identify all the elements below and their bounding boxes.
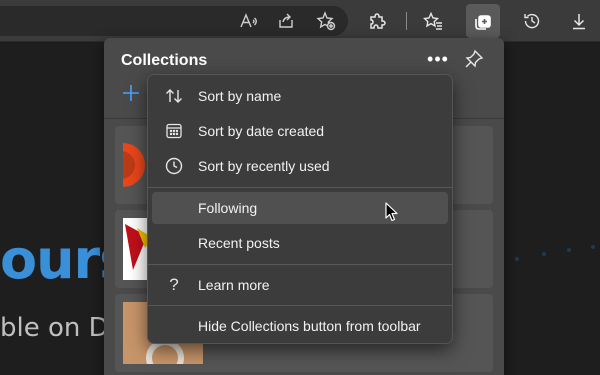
collections-icon[interactable] — [466, 4, 500, 38]
mouse-cursor-icon — [385, 202, 399, 222]
pin-icon[interactable] — [463, 48, 485, 70]
sort-icon — [164, 86, 184, 106]
menu-item-label: Learn more — [198, 277, 270, 293]
menu-item-hide-collections-button[interactable]: Hide Collections button from toolbar — [152, 310, 448, 342]
menu-separator — [148, 305, 452, 306]
menu-separator — [148, 264, 452, 265]
help-icon: ? — [169, 275, 179, 294]
menu-item-sort-by-date-created[interactable]: Sort by date created — [152, 115, 448, 147]
panel-title: Collections — [121, 52, 208, 69]
menu-item-sort-by-name[interactable]: Sort by name — [152, 80, 448, 112]
menu-item-label: Hide Collections button from toolbar — [198, 318, 421, 334]
extensions-icon[interactable] — [360, 4, 394, 38]
favorites-icon[interactable] — [416, 4, 450, 38]
menu-item-learn-more[interactable]: ? Learn more — [152, 269, 448, 301]
add-favorite-icon[interactable] — [309, 4, 343, 38]
calendar-icon — [164, 121, 184, 141]
menu-item-following[interactable]: Following — [152, 192, 448, 224]
collections-context-menu: Sort by name Sort by date created Sort b… — [147, 74, 453, 344]
history-icon[interactable] — [515, 4, 549, 38]
add-icon[interactable] — [120, 82, 142, 104]
menu-item-label: Sort by name — [198, 88, 282, 104]
menu-separator — [148, 187, 452, 188]
menu-item-recent-posts[interactable]: Recent posts — [152, 227, 448, 259]
more-icon[interactable]: ••• — [427, 48, 449, 70]
share-icon[interactable] — [269, 4, 303, 38]
clock-icon — [164, 156, 184, 176]
read-aloud-icon[interactable] — [231, 4, 265, 38]
downloads-icon[interactable] — [562, 4, 596, 38]
browser-toolbar — [0, 0, 600, 42]
toolbar-separator — [406, 12, 407, 30]
menu-item-label: Sort by date created — [198, 123, 325, 139]
page-hero-subtitle: ble on D — [0, 313, 109, 343]
menu-item-label: Sort by recently used — [198, 158, 330, 174]
menu-item-label: Recent posts — [198, 235, 280, 251]
menu-item-sort-by-recently-used[interactable]: Sort by recently used — [152, 150, 448, 182]
menu-item-label: Following — [198, 200, 258, 216]
